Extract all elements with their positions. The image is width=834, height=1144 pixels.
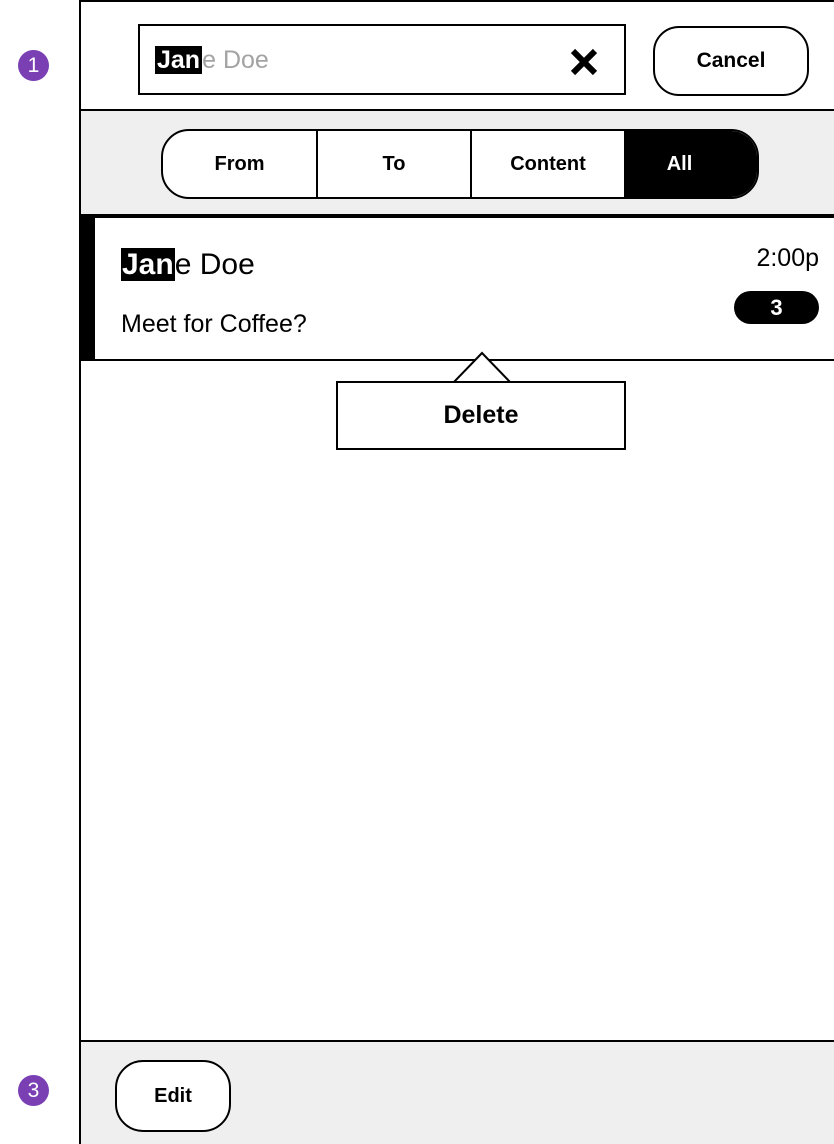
delete-popover: Delete: [336, 381, 626, 450]
popover-arrow: [452, 351, 512, 384]
search-query: Jane Doe: [155, 42, 269, 78]
sender-rest: e Doe: [174, 248, 255, 281]
filter-segment-to[interactable]: To: [318, 131, 472, 197]
phone-screen: Jane Doe Cancel From To Content All Jane…: [79, 0, 834, 1144]
cancel-button[interactable]: Cancel: [653, 26, 809, 96]
search-input[interactable]: Jane Doe: [138, 24, 626, 95]
bottom-toolbar: Edit: [81, 1040, 834, 1144]
message-sender: Jane Doe: [121, 246, 255, 284]
message-row[interactable]: Jane Doe Meet for Coffee? 2:00p 3: [81, 214, 834, 361]
message-subject: Meet for Coffee?: [121, 310, 307, 338]
filter-segment-content[interactable]: Content: [472, 131, 626, 197]
filter-segment-from[interactable]: From: [163, 131, 318, 197]
search-query-suggestion: e Doe: [202, 46, 269, 74]
edit-button[interactable]: Edit: [115, 1060, 231, 1132]
filter-bar: From To Content All: [81, 111, 834, 214]
filter-segment-all[interactable]: All: [626, 131, 757, 197]
delete-button[interactable]: Delete: [338, 383, 624, 448]
message-count-badge: 3: [734, 291, 819, 324]
message-time: 2:00p: [756, 244, 819, 272]
search-query-typed: Jan: [155, 46, 203, 74]
filter-segmented-control: From To Content All: [161, 129, 759, 199]
annotation-marker-3: 3: [18, 1075, 49, 1106]
search-header: Jane Doe Cancel: [81, 0, 834, 111]
sender-match-highlight: Jan: [121, 248, 175, 281]
annotation-marker-1: 1: [18, 50, 49, 81]
close-icon[interactable]: [568, 46, 600, 78]
selected-row-indicator: [81, 218, 95, 359]
